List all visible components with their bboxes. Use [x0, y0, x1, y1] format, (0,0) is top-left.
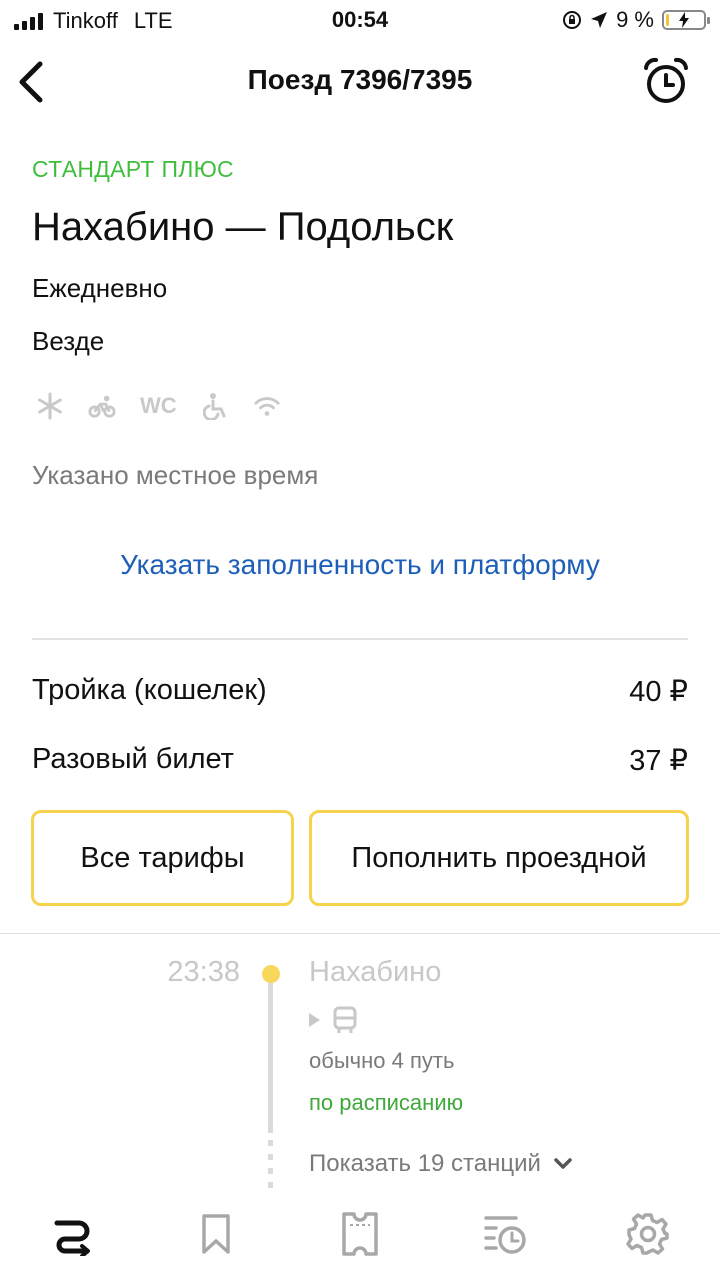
- alarm-button[interactable]: [642, 56, 690, 106]
- battery-level: [666, 14, 669, 26]
- snowflake-icon: [36, 392, 64, 420]
- fare-name: Тройка (кошелек): [32, 674, 267, 706]
- bicycle-icon: [88, 392, 116, 420]
- fare-row: Разовый билет 37 ₽: [32, 743, 688, 778]
- bus-icon: [333, 1006, 357, 1033]
- divider: [0, 933, 720, 934]
- tab-history[interactable]: [475, 1206, 535, 1262]
- charging-bolt-icon: [679, 12, 689, 28]
- status-bar: Tinkoff LTE 00:54 9 %: [0, 0, 720, 40]
- top-up-card-button[interactable]: Пополнить проездной: [309, 810, 689, 906]
- show-stations-label: Показать 19 станций: [309, 1150, 541, 1177]
- divider: [32, 638, 688, 640]
- battery-percent: 9 %: [616, 7, 654, 32]
- history-icon: [484, 1216, 526, 1254]
- timeline-line: [268, 983, 273, 1133]
- battery-icon: [662, 10, 710, 30]
- chevron-down-icon: [554, 1158, 572, 1169]
- tab-routes[interactable]: [43, 1206, 103, 1262]
- routes-icon: [54, 1220, 90, 1256]
- play-icon: [309, 1013, 320, 1027]
- alarm-clock-icon: [644, 57, 688, 103]
- stop-status: по расписанию: [309, 1090, 464, 1115]
- ticket-icon: [342, 1212, 378, 1256]
- amenities-row: WC: [36, 392, 281, 420]
- fare-price: 37 ₽: [629, 745, 688, 777]
- report-occupancy-link[interactable]: Указать заполненность и платформу: [0, 549, 720, 581]
- wc-icon: WC: [140, 393, 177, 418]
- location-arrow-icon: [591, 12, 608, 28]
- wheelchair-icon: [201, 392, 229, 420]
- show-stations-toggle[interactable]: Показать 19 станций: [309, 1150, 573, 1178]
- fare-row: Тройка (кошелек) 40 ₽: [32, 674, 688, 709]
- stop-name: Нахабино: [309, 956, 442, 988]
- schedule-days: Ежедневно: [32, 273, 168, 303]
- page-title: Поезд 7396/7395: [247, 64, 473, 95]
- bookmark-icon: [202, 1214, 230, 1254]
- orientation-lock-icon: [563, 11, 582, 29]
- tab-bookmarks[interactable]: [186, 1206, 246, 1262]
- stop-icons: [309, 1006, 358, 1034]
- stop-track: обычно 4 путь: [309, 1048, 455, 1073]
- tab-bar: [0, 1190, 720, 1280]
- train-class-label: СТАНДАРТ ПЛЮС: [32, 156, 234, 182]
- stop-departure-time: 23:38: [167, 956, 240, 988]
- status-right: 9 %: [562, 7, 710, 33]
- stop-pattern: Везде: [32, 326, 105, 356]
- route-title: Нахабино — Подольск: [32, 205, 454, 249]
- tab-settings[interactable]: [618, 1206, 678, 1262]
- gear-icon: [626, 1213, 669, 1255]
- timeline-dot: [262, 965, 280, 983]
- fare-name: Разовый билет: [32, 743, 234, 775]
- tab-tickets[interactable]: [330, 1206, 390, 1262]
- wifi-icon: [253, 392, 281, 420]
- nav-bar: Поезд 7396/7395: [0, 40, 720, 124]
- all-tariffs-button[interactable]: Все тарифы: [31, 810, 294, 906]
- local-time-note: Указано местное время: [32, 460, 319, 490]
- fare-price: 40 ₽: [629, 676, 688, 708]
- timeline-dotted-line: [268, 1140, 273, 1190]
